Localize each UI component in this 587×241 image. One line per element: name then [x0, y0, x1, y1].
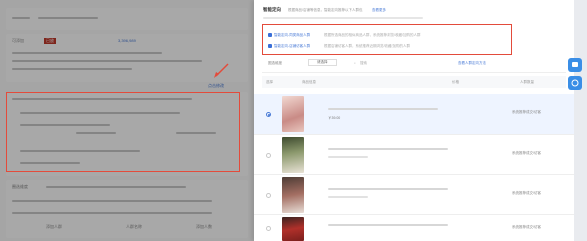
modal-title: 智能定向: [263, 7, 281, 12]
more-link[interactable]: 查看更多: [372, 8, 386, 13]
product-thumbnail: [282, 177, 304, 213]
search-icon[interactable]: ⌕: [354, 61, 356, 65]
option-desc: 根据所选商品的相似商品人群，系统推荐浏览/收藏/加购的人群: [324, 33, 421, 37]
table-row[interactable]: 系统推荐成交/访客: [254, 176, 574, 215]
intelligent-targeting-card: [6, 92, 248, 176]
checkbox-checked-icon[interactable]: [268, 33, 272, 37]
status-badge: 已放: [44, 38, 56, 44]
table-row[interactable]: ￥39.00 系统推荐成交/访客: [254, 94, 574, 135]
table-header: 选择 商品信息 价格 人群数量: [262, 76, 566, 88]
help-icon: [571, 79, 579, 87]
row-price: ￥39.00: [328, 116, 341, 120]
checkbox-checked-icon[interactable]: [268, 44, 272, 48]
side-toolbar: [574, 0, 587, 241]
dimension-card: 圈选维度 添加人群 人群名称 添加人数: [6, 180, 248, 238]
row-status: 系统推荐成交/访客: [512, 225, 541, 229]
header-card: [6, 8, 248, 30]
float-button-bottom[interactable]: [568, 76, 582, 90]
help-link[interactable]: 查看人群定向方法: [458, 61, 486, 66]
product-thumbnail: [282, 137, 304, 173]
targeting-modal: 智能定向 根据商品/店铺等信息，智能定向推荐以下人群包 查看更多 智能定向-同类…: [254, 0, 574, 241]
option-label: 智能定向-同类商品人群: [274, 33, 311, 37]
row-status: 系统推荐成交/访客: [512, 191, 541, 195]
filter-bar: 圈选维度 请选择 ⌕ 搜索 查看人群定向方法: [262, 58, 566, 73]
product-thumbnail: [282, 217, 304, 241]
row-label-3: 添加人数: [196, 224, 212, 229]
search-input[interactable]: 搜索: [360, 61, 367, 66]
option-label: 智能定向-店铺访客人群: [274, 44, 311, 48]
edit-link[interactable]: 点击修改: [208, 83, 224, 89]
dimension-label: 圈选维度: [12, 184, 28, 189]
radio-icon[interactable]: [266, 153, 271, 158]
col-header-select: 选择: [266, 80, 273, 84]
row-status: 系统推荐成交/访客: [512, 151, 541, 155]
radio-icon[interactable]: [266, 193, 271, 198]
product-thumbnail: [282, 96, 304, 132]
col-header-audience: 人群数量: [520, 80, 534, 84]
table-row[interactable]: 系统推荐成交/访客: [254, 216, 574, 241]
background-page: 可添加 已放 3,396,989 点击修改 圈选维度 添加人群 人群名称 添加人…: [0, 0, 254, 241]
option-desc: 根据店铺访客人群，系统推荐近期浏览/收藏/加购的人群: [324, 44, 410, 48]
row-label-2: 人群名称: [126, 224, 142, 229]
table-row[interactable]: 系统推荐成交/访客: [254, 136, 574, 175]
arrow-annotation-icon: [214, 63, 229, 78]
dimension-select[interactable]: 请选择: [308, 59, 337, 66]
float-button-top[interactable]: [568, 58, 582, 72]
dimension-dropdown-label: 圈选维度: [268, 61, 282, 65]
radio-icon[interactable]: [266, 226, 271, 231]
modal-subtitle: 根据商品/店铺等信息，智能定向推荐以下人群包: [288, 8, 363, 12]
col-header-product: 商品信息: [302, 80, 316, 84]
chat-icon: [572, 62, 578, 67]
col-header-price: 价格: [452, 80, 459, 84]
radio-selected-icon[interactable]: [266, 112, 271, 117]
status-label: 可添加: [12, 38, 24, 43]
audience-count: 3,396,989: [118, 38, 136, 43]
row-status: 系统推荐成交/访客: [512, 110, 541, 114]
row-label-1: 添加人群: [46, 224, 62, 229]
